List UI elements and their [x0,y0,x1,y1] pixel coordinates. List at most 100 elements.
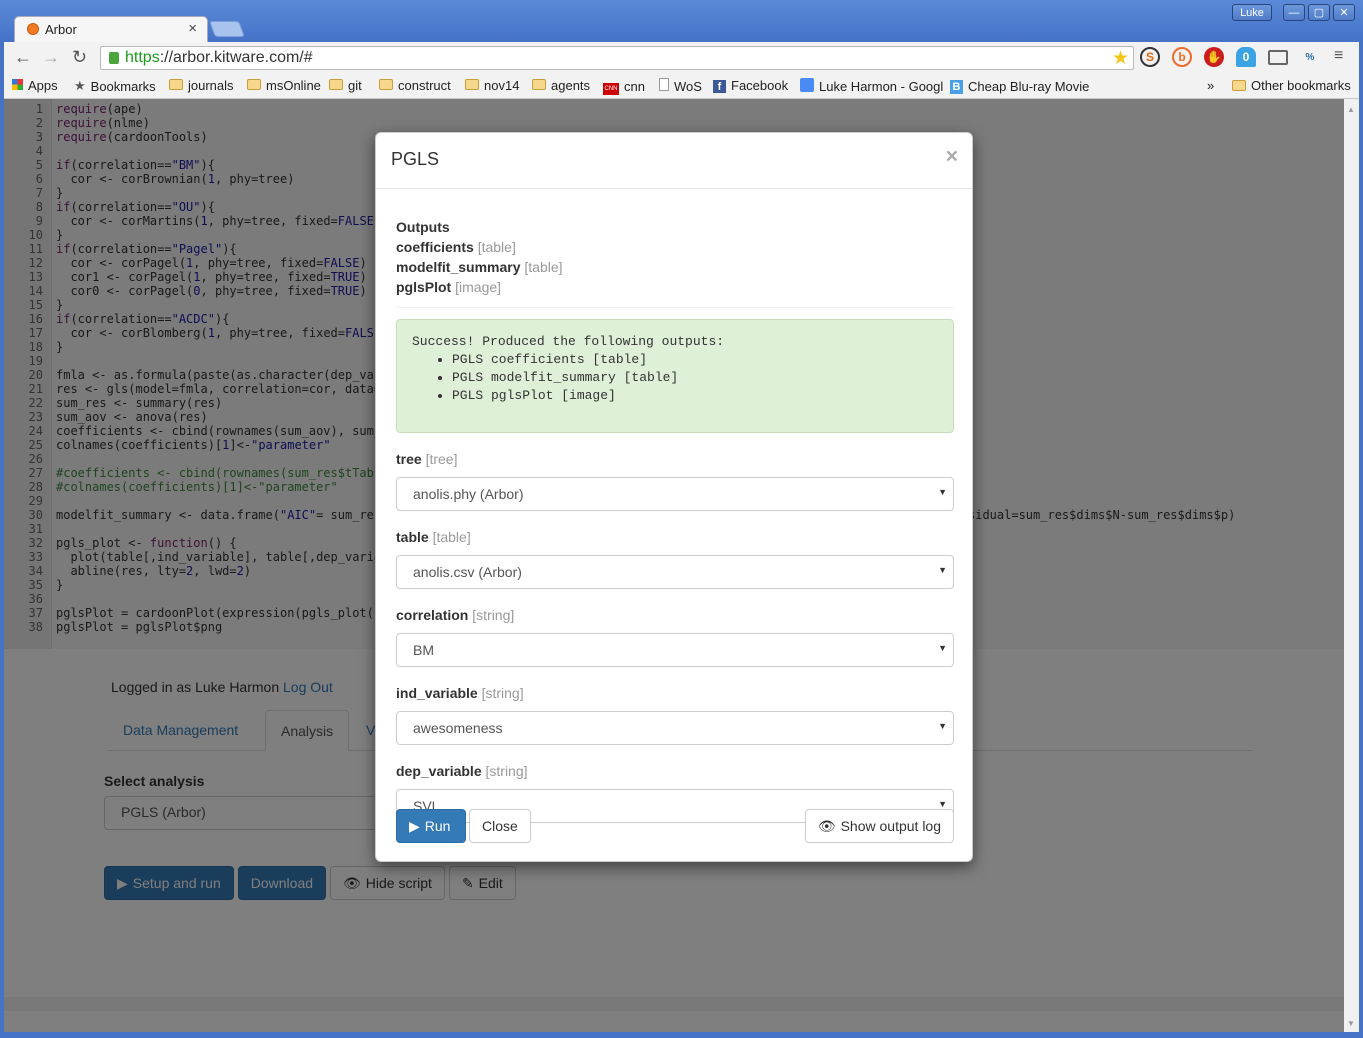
dropdown-caret-icon: ▼ [938,487,947,497]
close-button[interactable]: Close [469,809,531,843]
output-name: coefficients [396,239,474,255]
bookmark-luke-harmon-googl[interactable]: Luke Harmon - Googl [800,78,943,95]
url-rest: ://arbor.kitware.com/# [159,49,313,66]
vertical-scrollbar[interactable]: ▲ ▼ [1344,99,1359,1032]
field-label-correlation: correlation [string] [396,607,954,627]
bookmark-msonline[interactable]: msOnline [247,78,321,93]
browser-tab[interactable]: Arbor × [14,16,208,42]
bookmark-wos[interactable]: WoS [659,78,702,94]
browser-window: Arbor × Luke — ▢ ✕ ← → ↻ https://arbor.k… [0,0,1363,1038]
close-window-button[interactable]: ✕ [1333,4,1355,21]
bookmark-star-icon[interactable]: ★ [1112,47,1129,70]
ind-variable-select[interactable]: awesomeness ▼ [396,711,954,745]
bookmarks-overflow-button[interactable]: » [1207,78,1214,93]
selected-value: anolis.csv (Arbor) [413,564,522,580]
back-icon[interactable]: ← [14,47,32,68]
window-controls: Luke — ▢ ✕ [1232,4,1355,21]
tab-close-icon[interactable]: × [188,20,197,37]
field-label-tree: tree [tree] [396,451,954,471]
tab-title: Arbor [45,22,77,37]
bookmark-cheap-blu-ray-movie[interactable]: B Cheap Blu-ray Movie [950,78,1089,94]
scroll-up-icon[interactable]: ▲ [1347,105,1355,114]
reload-icon[interactable]: ↻ [72,47,87,68]
b-extension-icon[interactable]: b [1172,47,1192,67]
table-select[interactable]: anolis.csv (Arbor) ▼ [396,555,954,589]
tree-select[interactable]: anolis.phy (Arbor) ▼ [396,477,954,511]
output-name: pglsPlot [396,279,452,295]
field-name: ind_variable [396,685,478,701]
minimize-button[interactable]: — [1283,4,1305,21]
selected-value: anolis.phy (Arbor) [413,486,524,502]
maximize-button[interactable]: ▢ [1308,4,1330,21]
dropdown-caret-icon: ▼ [938,721,947,731]
eye-icon: 👁 [817,817,836,834]
success-output-item: PGLS coefficients [table] [452,351,938,369]
browser-toolbar: ← → ↻ https://arbor.kitware.com/# ★ S b … [4,42,1359,73]
run-button[interactable]: ▶ Run [396,809,466,843]
field-type: [string] [481,685,524,701]
modal-close-icon[interactable]: × [946,145,958,169]
pgls-modal: PGLS × Outputs coefficients [table] model… [375,132,973,862]
address-bar[interactable]: https://arbor.kitware.com/# ★ [100,46,1134,70]
outputs-heading: Outputs [396,219,450,235]
success-message: Success! Produced the following outputs: [412,334,725,349]
bookmark-cnn[interactable]: CNN cnn [603,78,645,95]
profile-button[interactable]: Luke [1232,4,1272,21]
correlation-select[interactable]: BM ▼ [396,633,954,667]
field-name: dep_variable [396,763,482,779]
success-alert: Success! Produced the following outputs:… [396,319,954,433]
field-name: table [396,529,429,545]
ghostery-icon[interactable]: 0 [1236,47,1256,67]
bookmarks-bar: Apps ★ Bookmarks journals msOnline git constru… [4,73,1359,99]
selected-value: BM [413,642,434,658]
run-label: Run [424,818,451,834]
arbor-favicon-icon [27,23,39,35]
s-extension-icon[interactable]: S [1140,47,1160,67]
scroll-down-icon[interactable]: ▼ [1347,1019,1355,1028]
field-type: [tree] [425,451,458,467]
bookmark-label: Apps [28,78,58,93]
bookmark-bookmarks[interactable]: ★ Bookmarks [74,78,156,94]
bookmark-label: msOnline [266,78,321,93]
tab-strip: Arbor × Luke — ▢ ✕ [0,0,1363,42]
output-name: modelfit_summary [396,259,521,275]
apps-grid-icon [12,78,23,93]
page-icon [659,78,669,94]
cast-icon[interactable] [1268,50,1288,65]
star-icon: ★ [74,78,86,93]
bookmark-label: git [348,78,362,93]
forward-icon[interactable]: → [42,47,60,68]
bookmark-facebook[interactable]: f Facebook [713,78,788,93]
new-tab-button[interactable] [209,21,245,37]
lock-icon [109,52,119,64]
output-type: [table] [524,259,563,275]
shield-extension-icon[interactable]: % [1300,47,1320,67]
bookmark-label: construct [398,78,451,93]
field-label-ind-variable: ind_variable [string] [396,685,954,705]
bookmark-journals[interactable]: journals [169,78,234,93]
folder-icon [247,78,261,93]
dropdown-caret-icon: ▼ [938,643,947,653]
bookmark-nov14[interactable]: nov14 [465,78,519,93]
field-label-dep-variable: dep_variable [string] [396,763,954,783]
menu-icon[interactable]: ≡ [1334,47,1343,65]
bookmark-label: Cheap Blu-ray Movie [968,78,1090,94]
show-output-log-label: Show output log [840,818,941,834]
output-item: modelfit_summary [table] [396,259,954,279]
bookmark-apps[interactable]: Apps [12,78,58,93]
adblock-icon[interactable]: ✋ [1204,47,1224,67]
field-name: tree [396,451,422,467]
field-type: [string] [472,607,515,623]
other-bookmarks[interactable]: Other bookmarks [1232,78,1351,93]
bookmark-label: agents [551,78,591,93]
field-name: correlation [396,607,469,623]
field-type: [table] [432,529,471,545]
success-output-item: PGLS modelfit_summary [table] [452,369,938,387]
bookmark-construct[interactable]: construct [379,78,451,93]
show-output-log-button[interactable]: 👁 Show output log [804,809,954,843]
bookmark-agents[interactable]: agents [532,78,590,93]
bookmark-label: Facebook [731,78,789,93]
modal-title: PGLS [391,149,440,169]
bookmark-git[interactable]: git [329,78,362,93]
folder-icon [169,78,183,93]
